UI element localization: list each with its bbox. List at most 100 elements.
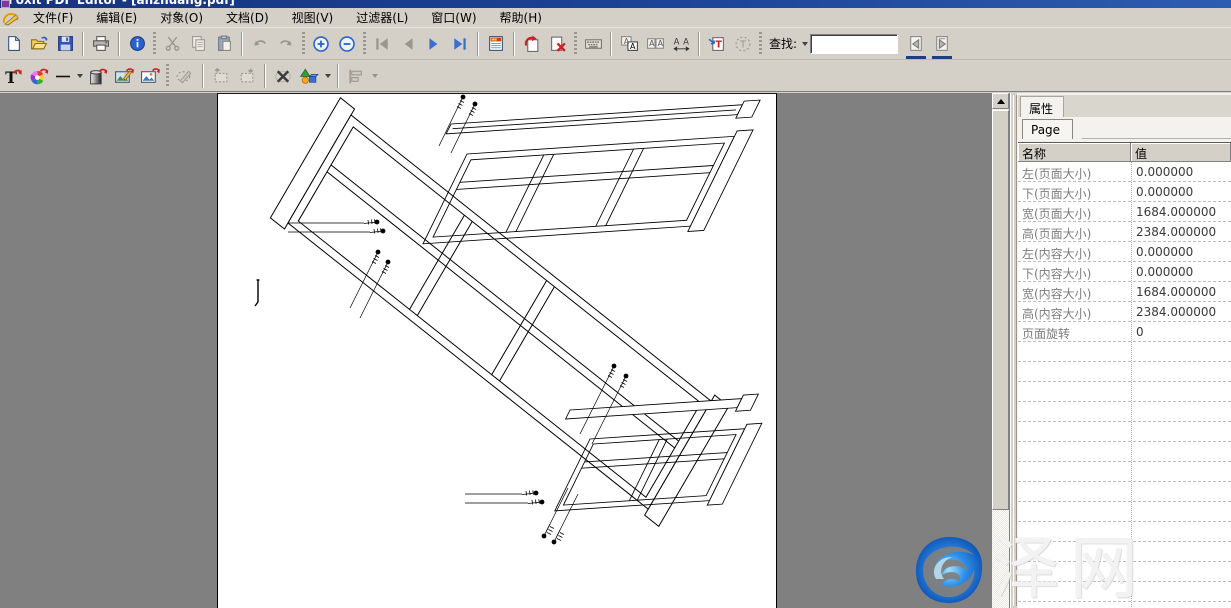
property-row[interactable]: 下(页面大小)0.000000 (1018, 182, 1231, 202)
toolbar-grip[interactable] (153, 32, 156, 56)
find-input[interactable] (810, 34, 898, 54)
edit-image-button[interactable] (111, 63, 137, 89)
property-value[interactable]: 0.000000 (1131, 242, 1231, 261)
property-value[interactable] (1131, 462, 1231, 481)
delete-page-button[interactable] (545, 31, 571, 57)
property-row[interactable]: 左(内容大小)0.000000 (1018, 242, 1231, 262)
property-row[interactable]: 高(页面大小)2384.000000 (1018, 222, 1231, 242)
save-button[interactable] (52, 31, 78, 57)
property-value[interactable] (1131, 482, 1231, 501)
align-button[interactable] (343, 63, 369, 89)
menu-item[interactable]: 文档(D) (217, 7, 278, 28)
menu-item[interactable]: 帮助(H) (491, 7, 551, 28)
property-value[interactable]: 0.000000 (1131, 262, 1231, 281)
property-value[interactable]: 2384.000000 (1131, 222, 1231, 241)
print-button[interactable] (88, 31, 114, 57)
first-page-button[interactable] (369, 31, 395, 57)
text-ring-button[interactable]: T (730, 31, 756, 57)
tab-page[interactable]: Page (1022, 119, 1073, 139)
property-row[interactable] (1018, 562, 1231, 582)
char-spacing-button[interactable]: A A (668, 31, 694, 57)
menu-item[interactable]: 编辑(E) (87, 7, 146, 28)
clone-button[interactable] (172, 63, 198, 89)
property-value[interactable] (1131, 522, 1231, 541)
find-prev-button[interactable] (903, 31, 929, 57)
property-row[interactable]: 高(内容大小)2384.000000 (1018, 302, 1231, 322)
toolbar-grip[interactable] (574, 32, 577, 56)
property-value[interactable] (1131, 582, 1231, 601)
rotate-page-button[interactable] (519, 31, 545, 57)
property-value[interactable]: 0 (1131, 322, 1231, 341)
vertical-scrollbar[interactable] (992, 93, 1009, 608)
scroll-up-button[interactable] (992, 93, 1009, 109)
property-row[interactable] (1018, 442, 1231, 462)
open-button[interactable] (26, 31, 52, 57)
property-value[interactable] (1131, 382, 1231, 401)
property-value[interactable] (1131, 502, 1231, 521)
property-row[interactable] (1018, 362, 1231, 382)
property-row[interactable]: 左(页面大小)0.000000 (1018, 162, 1231, 182)
toolbar-grip[interactable] (363, 32, 366, 56)
cut-button[interactable] (159, 31, 185, 57)
property-row[interactable]: 下(内容大小)0.000000 (1018, 262, 1231, 282)
property-row[interactable] (1018, 422, 1231, 442)
menu-item[interactable]: 视图(V) (283, 7, 343, 28)
scrollbar-thumb[interactable] (992, 110, 1009, 510)
property-value[interactable] (1131, 362, 1231, 381)
zoom-out-button[interactable] (334, 31, 360, 57)
property-row[interactable] (1018, 542, 1231, 562)
toolbar-grip[interactable] (759, 32, 762, 56)
column-header-name[interactable]: 名称 (1018, 143, 1131, 162)
char-kerning-button[interactable]: A A (642, 31, 668, 57)
property-row[interactable] (1018, 382, 1231, 402)
property-value[interactable]: 1684.000000 (1131, 282, 1231, 301)
property-value[interactable] (1131, 402, 1231, 421)
panel-splitter[interactable] (1010, 93, 1017, 608)
property-value[interactable] (1131, 542, 1231, 561)
property-value[interactable] (1131, 562, 1231, 581)
menu-item[interactable]: 窗口(W) (422, 7, 485, 28)
pdf-page[interactable] (217, 93, 777, 608)
menu-item[interactable]: 对象(O) (151, 7, 212, 28)
redo-button[interactable] (273, 31, 299, 57)
font-replace-button[interactable]: A A (616, 31, 642, 57)
property-row[interactable] (1018, 582, 1231, 602)
property-value[interactable]: 0.000000 (1131, 162, 1231, 181)
shading-button[interactable] (85, 63, 111, 89)
toolbar-grip[interactable] (166, 64, 169, 88)
property-row[interactable] (1018, 342, 1231, 362)
column-header-value[interactable]: 值 (1131, 143, 1231, 162)
edit-text-button[interactable]: T (0, 63, 26, 89)
property-row[interactable] (1018, 602, 1231, 608)
line-style-dropdown[interactable] (74, 64, 85, 88)
copy-button[interactable] (185, 31, 211, 57)
page-layout-button[interactable] (483, 31, 509, 57)
replace-image-button[interactable] (137, 63, 163, 89)
property-row[interactable]: 宽(内容大小)1684.000000 (1018, 282, 1231, 302)
send-backward-button[interactable] (234, 63, 260, 89)
keyboard-button[interactable] (580, 31, 606, 57)
property-value[interactable]: 1684.000000 (1131, 202, 1231, 221)
property-row[interactable] (1018, 522, 1231, 542)
property-value[interactable] (1131, 342, 1231, 361)
property-row[interactable] (1018, 402, 1231, 422)
property-row[interactable]: 宽(页面大小)1684.000000 (1018, 202, 1231, 222)
insert-text-button[interactable]: T (704, 31, 730, 57)
line-style-button[interactable] (52, 63, 74, 89)
find-options-dropdown[interactable] (799, 32, 810, 56)
property-value[interactable] (1131, 442, 1231, 461)
property-row[interactable]: 页面旋转0 (1018, 322, 1231, 342)
delete-object-button[interactable] (270, 63, 296, 89)
menu-item[interactable]: 文件(F) (24, 7, 82, 28)
shapes-dropdown[interactable] (322, 64, 333, 88)
last-page-button[interactable] (447, 31, 473, 57)
align-dropdown[interactable] (369, 64, 380, 88)
prev-page-button[interactable] (395, 31, 421, 57)
next-page-button[interactable] (421, 31, 447, 57)
menu-item[interactable]: 过滤器(L) (347, 7, 417, 28)
zoom-in-button[interactable] (308, 31, 334, 57)
toolbar-grip[interactable] (302, 32, 305, 56)
property-value[interactable] (1131, 422, 1231, 441)
shapes-button[interactable] (296, 63, 322, 89)
property-value[interactable] (1131, 602, 1231, 608)
